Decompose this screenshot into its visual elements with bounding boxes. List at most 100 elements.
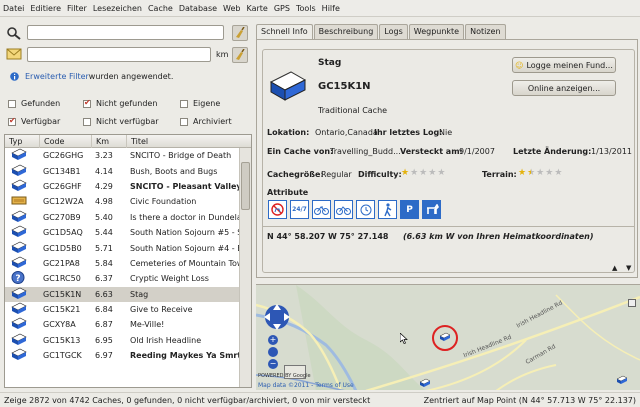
table-row[interactable]: GC26GHF 4.29 SNCITO - Pleasant Valley Pl bbox=[5, 179, 251, 194]
cache-code-cell: GC15K21 bbox=[43, 305, 81, 315]
checkbox[interactable] bbox=[8, 116, 16, 126]
star-icon: ★ bbox=[437, 168, 446, 178]
scrollbar-thumb[interactable] bbox=[241, 162, 250, 210]
menu-bar: Datei Editiere Filter Lesezeichen Cache Datab… bbox=[0, 0, 640, 17]
star-icon: ★ bbox=[545, 168, 554, 178]
checkbox[interactable] bbox=[180, 99, 188, 108]
collapse-down-arrow-icon[interactable]: ▼ bbox=[626, 264, 631, 272]
filter-checkbox[interactable]: Archiviert bbox=[180, 116, 232, 127]
zoom-in-button[interactable]: + bbox=[268, 335, 278, 345]
traditional-cache-icon bbox=[5, 333, 40, 348]
table-row[interactable]: GC1D5AQ 5.44 South Nation Sojourn #5 - Sch bbox=[5, 225, 251, 240]
menu-item[interactable]: Cache bbox=[148, 4, 173, 13]
column-header-title[interactable]: Titel bbox=[127, 135, 240, 148]
filter-notice: Erweiterte Filter wurden angewendet. bbox=[10, 70, 173, 82]
location-go-button[interactable] bbox=[232, 47, 248, 63]
distance-cell: 6.87 bbox=[95, 320, 113, 330]
menu-item[interactable]: Filter bbox=[67, 4, 87, 13]
menu-item[interactable]: Tools bbox=[296, 4, 316, 13]
traditional-cache-icon bbox=[5, 225, 40, 240]
filter-checkbox[interactable]: Gefunden bbox=[8, 98, 60, 109]
traditional-cache-icon bbox=[5, 348, 40, 363]
filter-checkbox[interactable]: Eigene bbox=[180, 98, 220, 109]
column-header-type[interactable]: Typ bbox=[5, 135, 40, 148]
menu-item[interactable]: Karte bbox=[246, 4, 267, 13]
clock-icon bbox=[356, 200, 375, 219]
distance-unit-label: km bbox=[216, 50, 229, 59]
location-value: Ontario,Canada bbox=[315, 128, 378, 137]
menu-item[interactable]: Web bbox=[223, 4, 240, 13]
title-cell: SNCITO - Bridge of Death bbox=[130, 151, 232, 161]
cache-marker-icon[interactable] bbox=[616, 375, 628, 387]
tab-logs[interactable]: Logs bbox=[379, 24, 408, 39]
checkbox[interactable] bbox=[8, 99, 16, 108]
menu-item[interactable]: Hilfe bbox=[322, 4, 340, 13]
filter-checkbox[interactable]: Nicht gefunden bbox=[83, 98, 157, 109]
table-row[interactable]: GC21PA8 5.84 Cemeteries of Mountain Town bbox=[5, 256, 251, 271]
show-online-button[interactable]: Online anzeigen... bbox=[512, 80, 616, 96]
tab-beschreibung[interactable]: Beschreibung bbox=[313, 24, 379, 39]
checkbox[interactable] bbox=[83, 117, 91, 126]
tab-wegpunkte[interactable]: Wegpunkte bbox=[408, 24, 465, 39]
star-icon: ★ bbox=[428, 168, 437, 178]
left-pane: km Erweiterte Filter wurden angewendet. … bbox=[0, 18, 253, 390]
table-row[interactable]: ? GC1RC50 6.37 Cryptic Weight Loss bbox=[5, 271, 251, 286]
search-go-button[interactable] bbox=[232, 25, 248, 41]
tab-schnell-info[interactable]: Schnell Info bbox=[256, 24, 313, 40]
cache-code: GC15K1N bbox=[318, 81, 371, 92]
table-row[interactable]: GC1D5B0 5.71 South Nation Sojourn #4 - Bal bbox=[5, 240, 251, 255]
globe-icon[interactable] bbox=[268, 347, 278, 357]
terrain-label: Terrain: bbox=[482, 170, 517, 179]
traditional-cache-icon bbox=[5, 164, 40, 179]
location-input[interactable] bbox=[27, 47, 211, 62]
menu-item[interactable]: Datei bbox=[3, 4, 24, 13]
log-find-button[interactable]: ☺ Logge meinen Fund... bbox=[512, 57, 616, 73]
checkbox[interactable] bbox=[180, 117, 188, 126]
column-header-code[interactable]: Code bbox=[40, 135, 92, 148]
map-attribution-link[interactable]: Map data ©2011 - Terms of Use bbox=[258, 382, 354, 389]
map-view[interactable]: Irish Headline Rd Irish Headline Rd Carm… bbox=[256, 284, 640, 390]
checkbox[interactable] bbox=[83, 98, 91, 108]
search-icon bbox=[6, 26, 22, 40]
table-row[interactable]: GCXY8A 6.87 Me-Ville! bbox=[5, 317, 251, 332]
distance-cell: 6.37 bbox=[95, 274, 113, 284]
bicycle-icon bbox=[312, 200, 331, 219]
filter-checkbox[interactable]: Nicht verfügbar bbox=[83, 116, 159, 127]
distance-cell: 5.84 bbox=[95, 258, 113, 268]
coordinates-distance-note: (6.63 km W von Ihren Heimatkoordinaten) bbox=[403, 232, 594, 241]
table-row[interactable]: GC1TGCK 6.97 Reeding Maykes Ya Smrt #3 bbox=[5, 348, 251, 363]
table-row[interactable]: GC270B9 5.40 Is there a doctor in Dundela? bbox=[5, 210, 251, 225]
distance-cell: 6.95 bbox=[95, 335, 113, 345]
table-row[interactable]: GC26GHG 3.23 SNCITO - Bridge of Death bbox=[5, 148, 251, 163]
menu-item[interactable]: Editiere bbox=[30, 4, 61, 13]
menu-item[interactable]: GPS bbox=[274, 4, 290, 13]
filter-checkbox[interactable]: Verfügbar bbox=[8, 116, 60, 127]
advanced-filter-link[interactable]: Erweiterte Filter bbox=[25, 72, 89, 81]
table-row[interactable]: GC15K1N 6.63 Stag bbox=[5, 286, 251, 302]
cache-marker-icon[interactable] bbox=[439, 332, 451, 344]
tab-notizen[interactable]: Notizen bbox=[465, 24, 506, 39]
envelope-icon bbox=[6, 48, 22, 60]
zoom-out-button[interactable]: − bbox=[268, 359, 278, 369]
table-row[interactable]: GC12W2A 4.98 Civic Foundation bbox=[5, 194, 251, 209]
table-row[interactable]: GC15K13 6.95 Old Irish Headline bbox=[5, 333, 251, 348]
cache-code-cell: GC26GHG bbox=[43, 151, 84, 161]
difficulty-label: Difficulty: bbox=[358, 170, 402, 179]
menu-item[interactable]: Database bbox=[179, 4, 217, 13]
table-scrollbar[interactable] bbox=[239, 148, 251, 387]
table-row[interactable]: GC15K21 6.84 Give to Receive bbox=[5, 302, 251, 317]
cache-code-cell: GC1D5B0 bbox=[43, 243, 82, 253]
map-marker-small[interactable] bbox=[628, 299, 636, 307]
collapse-up-arrow-icon[interactable]: ▲ bbox=[612, 264, 617, 272]
distance-cell: 4.98 bbox=[95, 197, 113, 207]
cache-marker-icon[interactable] bbox=[419, 378, 431, 390]
star-icon: ★ bbox=[554, 168, 563, 178]
status-map-center: Zentriert auf Map Point (N 44° 57.713 W … bbox=[423, 395, 636, 405]
table-row[interactable]: GC134B1 4.14 Bush, Boots and Bugs bbox=[5, 163, 251, 178]
column-header-km[interactable]: Km bbox=[92, 135, 127, 148]
map-pan-control[interactable] bbox=[262, 302, 292, 332]
search-input[interactable] bbox=[27, 25, 224, 40]
menu-item[interactable]: Lesezeichen bbox=[93, 4, 142, 13]
filter-label: Nicht verfügbar bbox=[96, 117, 159, 126]
filter-label: Eigene bbox=[193, 99, 221, 108]
